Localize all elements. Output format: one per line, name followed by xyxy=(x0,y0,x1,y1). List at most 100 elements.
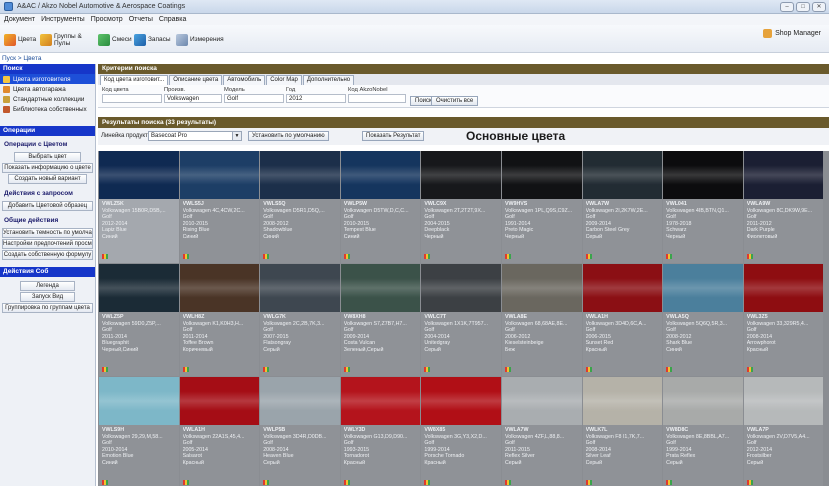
color-card[interactable]: VWLA7W Volkswagen 2I,2K7W,2E... Golf 2009-2… xyxy=(582,151,663,263)
color-info: VWLA7W Volkswagen 2I,2K7W,2E... Golf 2009-2… xyxy=(583,199,663,242)
year-input[interactable]: 2012 xyxy=(286,94,346,103)
color-family: Фиолетовый xyxy=(746,233,778,240)
color-card[interactable]: VWLS5Q Volkswagen D5R1,D5Q,... Golf 2008-20… xyxy=(260,151,340,263)
close-button[interactable]: ✕ xyxy=(812,2,826,12)
tab-color-map[interactable]: Color Map xyxy=(266,75,302,85)
color-card[interactable]: VWLS9H Volkswagen 29,29,M,58... Golf 2010-2… xyxy=(99,377,179,486)
color-swatch xyxy=(743,151,824,199)
collection-icon xyxy=(3,95,10,103)
color-family: Красный xyxy=(585,346,607,353)
color-card[interactable]: VWLA7P Volkswagen 2V,D7V5,A4... Golf 2012-2… xyxy=(743,377,824,486)
groups-button[interactable]: Группы & Пулы xyxy=(40,31,84,48)
maximize-button[interactable]: □ xyxy=(796,2,810,12)
availability-flag-icon xyxy=(343,480,350,485)
model-input[interactable]: Golf xyxy=(224,94,284,103)
product-line-dropdown[interactable]: Basecoat Pro ▼ xyxy=(148,131,242,141)
color-card[interactable]: VW9HVS Volkswagen 1PL,Q9S,C9Z... Golf 1991-… xyxy=(501,151,582,263)
nav-standard-collections[interactable]: Стандартные коллекции xyxy=(0,94,95,104)
availability-flag-icon xyxy=(182,254,189,259)
create-variant-button[interactable]: Создать новый вариант xyxy=(8,174,87,184)
color-family: Синий xyxy=(102,459,118,466)
color-info: VW8XH8 Volkswagen S7,Z7B7,H7... Golf 2009-2… xyxy=(341,312,421,355)
color-card[interactable]: VWLS5J Volkswagen 4C,4CW,2C... Golf 2010-20… xyxy=(179,151,260,263)
colors-button[interactable]: Цвета xyxy=(4,31,36,48)
color-info: VWLZ5P Volkswagen 59D0,Z5P,... Golf 2011-20… xyxy=(99,312,179,355)
menu-document[interactable]: Документ xyxy=(4,16,35,23)
tab-color-description[interactable]: Описание цвета xyxy=(169,75,223,85)
color-family: Серый xyxy=(263,346,280,353)
color-family: Черный xyxy=(666,233,686,240)
color-card[interactable]: VWLG7K Volkswagen 2C,2B,7K,3... Golf 2007-2… xyxy=(260,264,340,376)
color-card[interactable]: VWLK7L Volkswagen F8 I1,7K,7... Golf 2008-2… xyxy=(582,377,663,486)
color-card[interactable]: VWLA1H Volkswagen 22A1S,45,4... Golf 2005-2… xyxy=(179,377,260,486)
set-default-button[interactable]: Установить темность по умолчанию xyxy=(2,228,93,238)
menu-view[interactable]: Просмотр xyxy=(91,16,123,23)
color-swatch xyxy=(421,151,501,199)
color-card[interactable]: VWLP5B Volkswagen 3D4R,D0DB... Golf 2008-20… xyxy=(260,377,340,486)
window-title: A&AC / Akzo Nobel Automotive & Aerospace… xyxy=(17,3,186,10)
color-card[interactable]: VWL3Z5 Volkswagen 33,329R5,4... Golf 2008-2… xyxy=(743,264,824,376)
availability-flag-icon xyxy=(504,367,511,372)
nav-garage-colors[interactable]: Цвета автогаража xyxy=(0,84,95,94)
color-info: VWLS9H Volkswagen 29,29,M,58... Golf 2010-2… xyxy=(99,425,179,468)
color-card[interactable]: VWLA7W Volkswagen 4ZF,L,88,8... Golf 2011-2… xyxy=(501,377,582,486)
search-panel-header: Поиск xyxy=(0,64,95,74)
nav-manufacturer-colors[interactable]: Цвета изготовителя xyxy=(0,74,95,84)
user-menu[interactable]: Shop Manager xyxy=(763,29,821,38)
color-card[interactable]: VWLH8Z Volkswagen K1,K0H3,H... Golf 2011-20… xyxy=(179,264,260,376)
color-card[interactable]: VWLC9X Volkswagen 2T,2T2T,9X... Golf 2004-2… xyxy=(421,151,501,263)
create-formula-button[interactable]: Создать собственную формулу xyxy=(2,250,93,260)
make-input[interactable]: Volkswagen xyxy=(164,94,222,103)
mixes-button[interactable]: Смеси xyxy=(98,31,132,48)
color-card[interactable]: VWLY3D Volkswagen G13,D9,D90... Golf 1993-2… xyxy=(340,377,421,486)
stock-button[interactable]: Запасы xyxy=(134,31,171,48)
color-family: Серый xyxy=(746,459,764,466)
availability-flag-icon xyxy=(666,254,673,259)
color-description: Volkswagen 4IB,BTN,Q1... xyxy=(666,207,729,214)
color-card[interactable]: VWLA1H Volkswagen 3D4D,6C,A... Golf 2006-20… xyxy=(582,264,663,376)
measurements-button[interactable]: Измерения xyxy=(176,31,224,48)
menu-reports[interactable]: Отчеты xyxy=(129,16,153,23)
color-code-input[interactable] xyxy=(102,94,162,103)
color-info: VWL3Z5 Volkswagen 33,329R5,4... Golf 2008-2… xyxy=(744,312,824,355)
clear-all-button[interactable]: Очистить все xyxy=(431,96,479,106)
availability-flag-icon xyxy=(343,254,350,259)
breadcrumb[interactable]: Пуск > Цвета xyxy=(2,55,41,62)
color-card[interactable]: VW8X85 Volkswagen 3G,Y3,X2,D... Golf 1999-2… xyxy=(421,377,501,486)
show-result-button[interactable]: Показать Результат xyxy=(362,131,425,141)
nav-own-library[interactable]: Библиотека собственных xyxy=(0,104,95,114)
color-card[interactable]: VWLC7T Volkswagen 1X1K,7T957... Golf 2004-2… xyxy=(421,264,501,376)
color-card[interactable]: VWLZ5P Volkswagen 59D0,Z5P,... Golf 2011-20… xyxy=(99,264,179,376)
color-card[interactable]: VWLP5W Volkswagen D5TW,D,C,C... Golf 2010-2… xyxy=(340,151,421,263)
color-card[interactable]: VWLZ5K Volkswagen 15B0R,D5B,... Golf 2012-2… xyxy=(99,151,179,263)
results-toolbar: Линейка продуктов Basecoat Pro ▼ Установ… xyxy=(98,128,829,145)
view-preferences-button[interactable]: Настройки предпочтений просмотра xyxy=(2,239,93,249)
tab-manufacturer-code[interactable]: Код цвета изготовит... xyxy=(100,75,169,85)
color-swatch xyxy=(743,264,824,312)
add-sample-button[interactable]: Добавить Цветовой образец xyxy=(2,201,93,211)
color-card[interactable]: VW8XH8 Volkswagen S7,Z7B7,H7... Golf 2009-2… xyxy=(340,264,421,376)
color-info: VWLS5J Volkswagen 4C,4CW,2C... Golf 2010-20… xyxy=(180,199,260,242)
minimize-button[interactable]: – xyxy=(780,2,794,12)
show-color-info-button[interactable]: Показать информацию о цвете xyxy=(2,163,93,173)
groups-icon xyxy=(40,33,52,46)
launch-view-button[interactable]: Запуск Вид xyxy=(20,292,75,302)
paint-icon xyxy=(3,75,10,83)
select-color-button[interactable]: Выбрать цвет xyxy=(14,152,81,162)
color-card[interactable]: VWLA5Q Volkswagen 5Q6Q,5R,3... Golf 2008-20… xyxy=(663,264,743,376)
tab-vehicle[interactable]: Автомобиль xyxy=(223,75,266,85)
color-card[interactable]: VWLA8E Volkswagen 68,68AE,8E... Golf 2006-2… xyxy=(501,264,582,376)
menu-tools[interactable]: Инструменты xyxy=(41,16,85,23)
color-card[interactable]: VWLA9W Volkswagen 8C,DK9W,9E... Golf 2011-2… xyxy=(743,151,824,263)
color-card[interactable]: VW8D8C Volkswagen 8E,8BBL,A7... Golf 1999-2… xyxy=(663,377,743,486)
availability-flag-icon xyxy=(102,480,108,485)
user-name: Shop Manager xyxy=(775,30,821,37)
legend-button[interactable]: Легенда xyxy=(20,281,75,291)
menu-help[interactable]: Справка xyxy=(159,16,186,23)
color-info: VWLA1H Volkswagen 3D4D,6C,A... Golf 2006-20… xyxy=(583,312,663,355)
set-default-product-button[interactable]: Установить по умолчанию xyxy=(248,131,329,141)
color-card[interactable]: VWL041 Volkswagen 4IB,BTN,Q1... Golf 1978-2… xyxy=(663,151,743,263)
group-by-color-button[interactable]: Группировка по группам цвета xyxy=(2,303,93,313)
tab-advanced[interactable]: Дополнительно xyxy=(302,75,355,85)
akzo-code-input[interactable] xyxy=(348,94,406,103)
